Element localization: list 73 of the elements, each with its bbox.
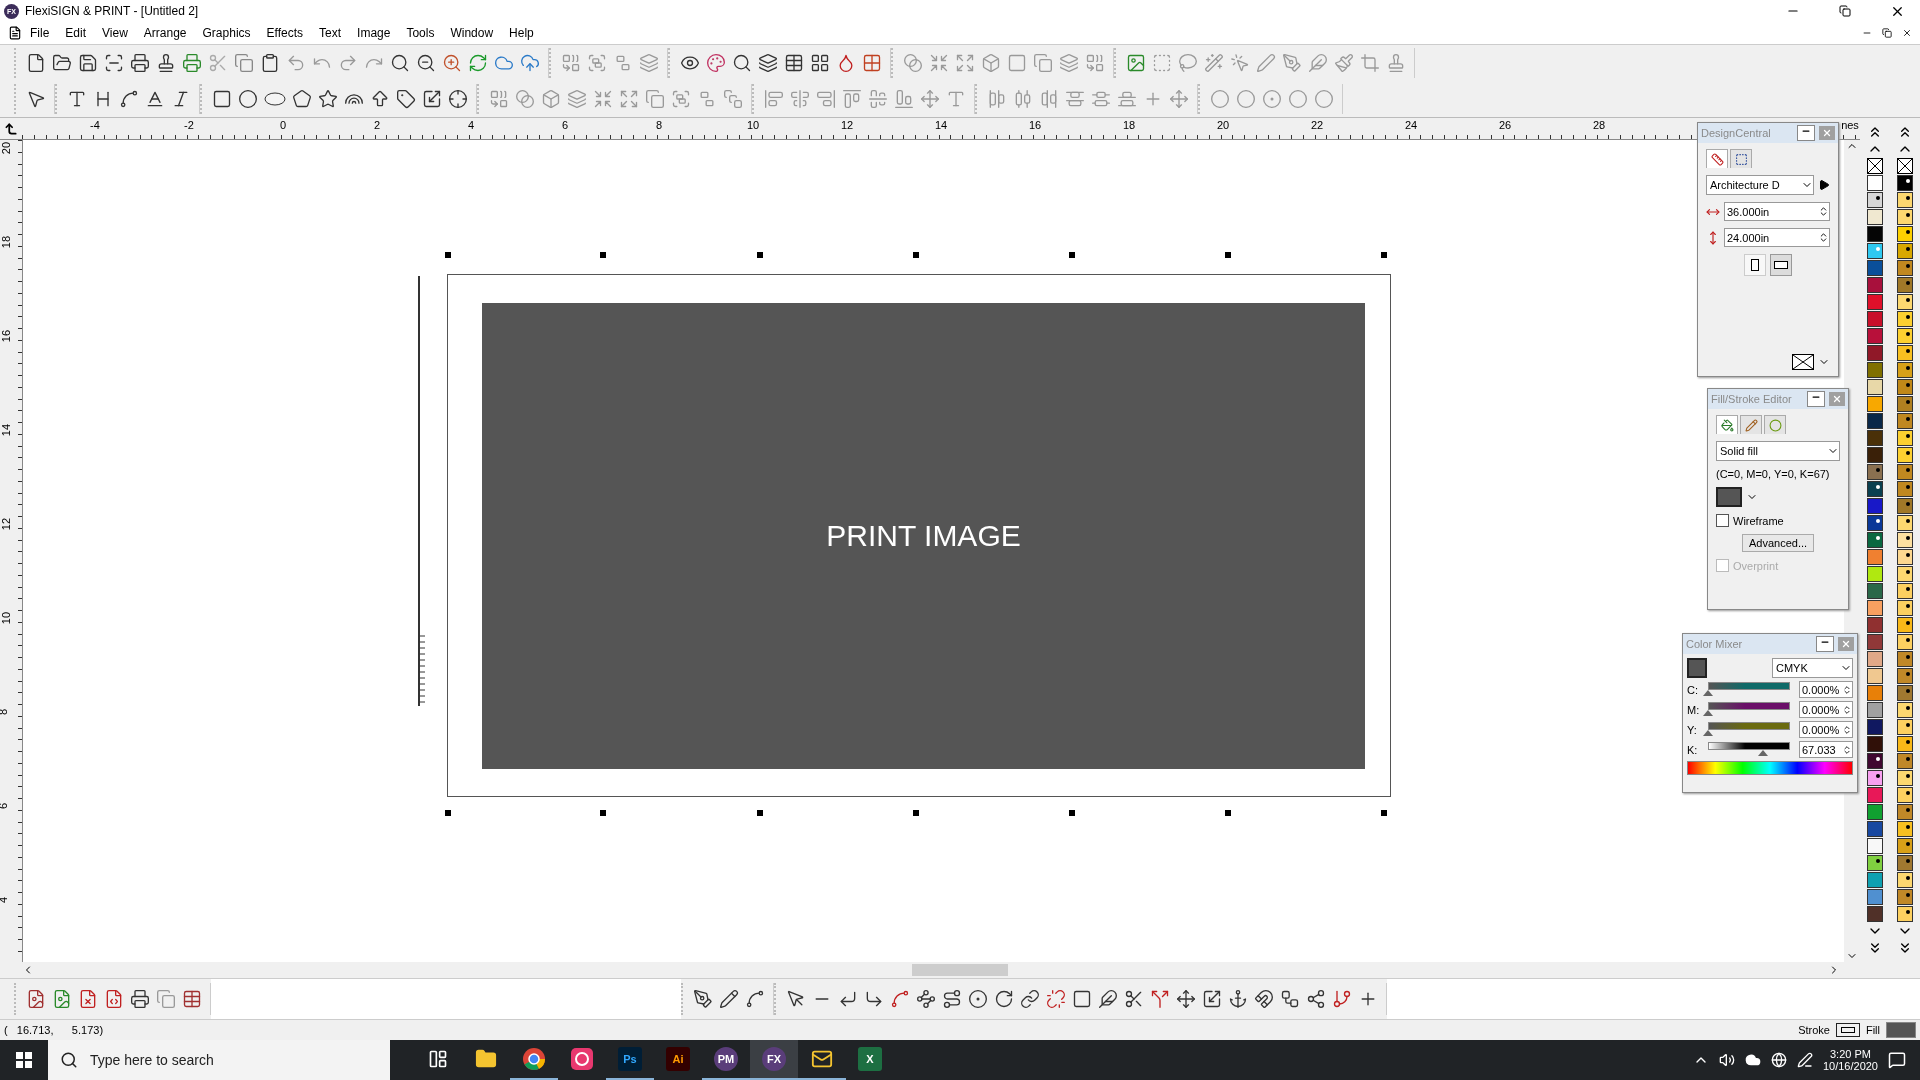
- fill-type-select[interactable]: Solid fill: [1716, 441, 1840, 461]
- cursor-coordinates: ( 16.713, 5.173): [4, 1024, 105, 1036]
- ruler-label: 22: [1310, 119, 1324, 131]
- width-field[interactable]: 36.000in: [1724, 202, 1830, 221]
- color-model-select[interactable]: CMYK: [1772, 658, 1853, 678]
- page-size-select[interactable]: Architecture D: [1706, 175, 1814, 195]
- ruler-label: 26: [1498, 119, 1512, 131]
- ruler-label: 14: [0, 423, 13, 437]
- ruler-label: 6: [0, 802, 10, 810]
- height-field[interactable]: 24.000in: [1724, 228, 1830, 247]
- panel-title: Fill/Stroke Editor: [1711, 393, 1793, 405]
- advanced-button[interactable]: Advanced...: [1741, 534, 1815, 552]
- channel-value-field[interactable]: 67.033: [1799, 741, 1853, 758]
- search-box[interactable]: Type here to search: [48, 1040, 390, 1080]
- ruler-label: 14: [934, 119, 948, 131]
- image-label: PRINT IMAGE: [826, 519, 1021, 553]
- channel-label: C:: [1687, 683, 1699, 696]
- ruler-label: 16: [0, 329, 13, 343]
- ruler-label: 28: [1592, 119, 1606, 131]
- ruler-label: 24: [1404, 119, 1418, 131]
- ruler-label: 8: [655, 119, 663, 131]
- menu-item[interactable]: File: [22, 26, 58, 40]
- menu-item[interactable]: View: [94, 26, 136, 40]
- menu-item[interactable]: Window: [442, 26, 502, 40]
- menu-item[interactable]: Image: [349, 26, 399, 40]
- channel-label: Y:: [1687, 723, 1698, 736]
- ruler-label: 10: [746, 119, 760, 131]
- ruler-label: -2: [184, 119, 194, 131]
- channel-value-field[interactable]: 0.000%: [1799, 701, 1853, 718]
- ruler-label: -4: [90, 119, 100, 131]
- menu-item[interactable]: Tools: [398, 26, 443, 40]
- menu-item[interactable]: Edit: [57, 26, 95, 40]
- checkbox-label: Overprint: [1733, 559, 1779, 572]
- ruler-label: 2: [373, 119, 381, 131]
- fill-label: Fill: [1865, 1024, 1880, 1036]
- taskbar-search-field[interactable]: Type here to search: [88, 1051, 390, 1069]
- menu-item[interactable]: Graphics: [194, 26, 259, 40]
- menu-item[interactable]: Help: [501, 26, 542, 40]
- checkbox-label: Wireframe: [1733, 514, 1784, 527]
- panel-title: Color Mixer: [1686, 638, 1744, 650]
- ruler-label: 10: [0, 611, 13, 625]
- panel-title: DesignCentral: [1701, 127, 1772, 139]
- ruler-label: 4: [0, 896, 10, 904]
- menu-item[interactable]: Arrange: [135, 26, 195, 40]
- app-icon[interactable]: Ai: [666, 1047, 690, 1071]
- ruler-label: 18: [1122, 119, 1136, 131]
- channel-value-field[interactable]: 0.000%: [1799, 681, 1853, 698]
- window-title: FlexiSIGN & PRINT - [Untitled 2]: [25, 4, 200, 18]
- ruler-label: 8: [0, 708, 10, 716]
- menu-item[interactable]: Effects: [258, 26, 312, 40]
- channel-label: M:: [1687, 703, 1699, 716]
- ruler-label: 4: [467, 119, 475, 131]
- app-icon[interactable]: X: [858, 1047, 882, 1071]
- app-icon[interactable]: Ps: [618, 1047, 642, 1071]
- ruler-label: 12: [840, 119, 854, 131]
- color-values: (C=0, M=0, Y=0, K=67): [1716, 468, 1831, 480]
- ruler-label: 20: [0, 141, 13, 155]
- ruler-label: 12: [0, 517, 13, 531]
- app-icon[interactable]: FX: [762, 1047, 786, 1071]
- print-image[interactable]: PRINT IMAGE: [482, 303, 1365, 769]
- ruler-label: 0: [279, 119, 287, 131]
- channel-label: K:: [1687, 743, 1699, 756]
- ruler-label: 18: [0, 235, 13, 249]
- ruler-label: 6: [561, 119, 569, 131]
- clock-date[interactable]: 10/16/2020: [1822, 1060, 1878, 1072]
- ruler-label: 20: [1216, 119, 1230, 131]
- stroke-label: Stroke: [1798, 1024, 1830, 1036]
- app-icon[interactable]: PM: [714, 1047, 738, 1071]
- channel-value-field[interactable]: 0.000%: [1799, 721, 1853, 738]
- clock-time[interactable]: 3:20 PM: [1830, 1048, 1871, 1060]
- menu-item[interactable]: Text: [311, 26, 350, 40]
- ruler-label: 16: [1028, 119, 1042, 131]
- ruler-units: nes: [1841, 119, 1859, 131]
